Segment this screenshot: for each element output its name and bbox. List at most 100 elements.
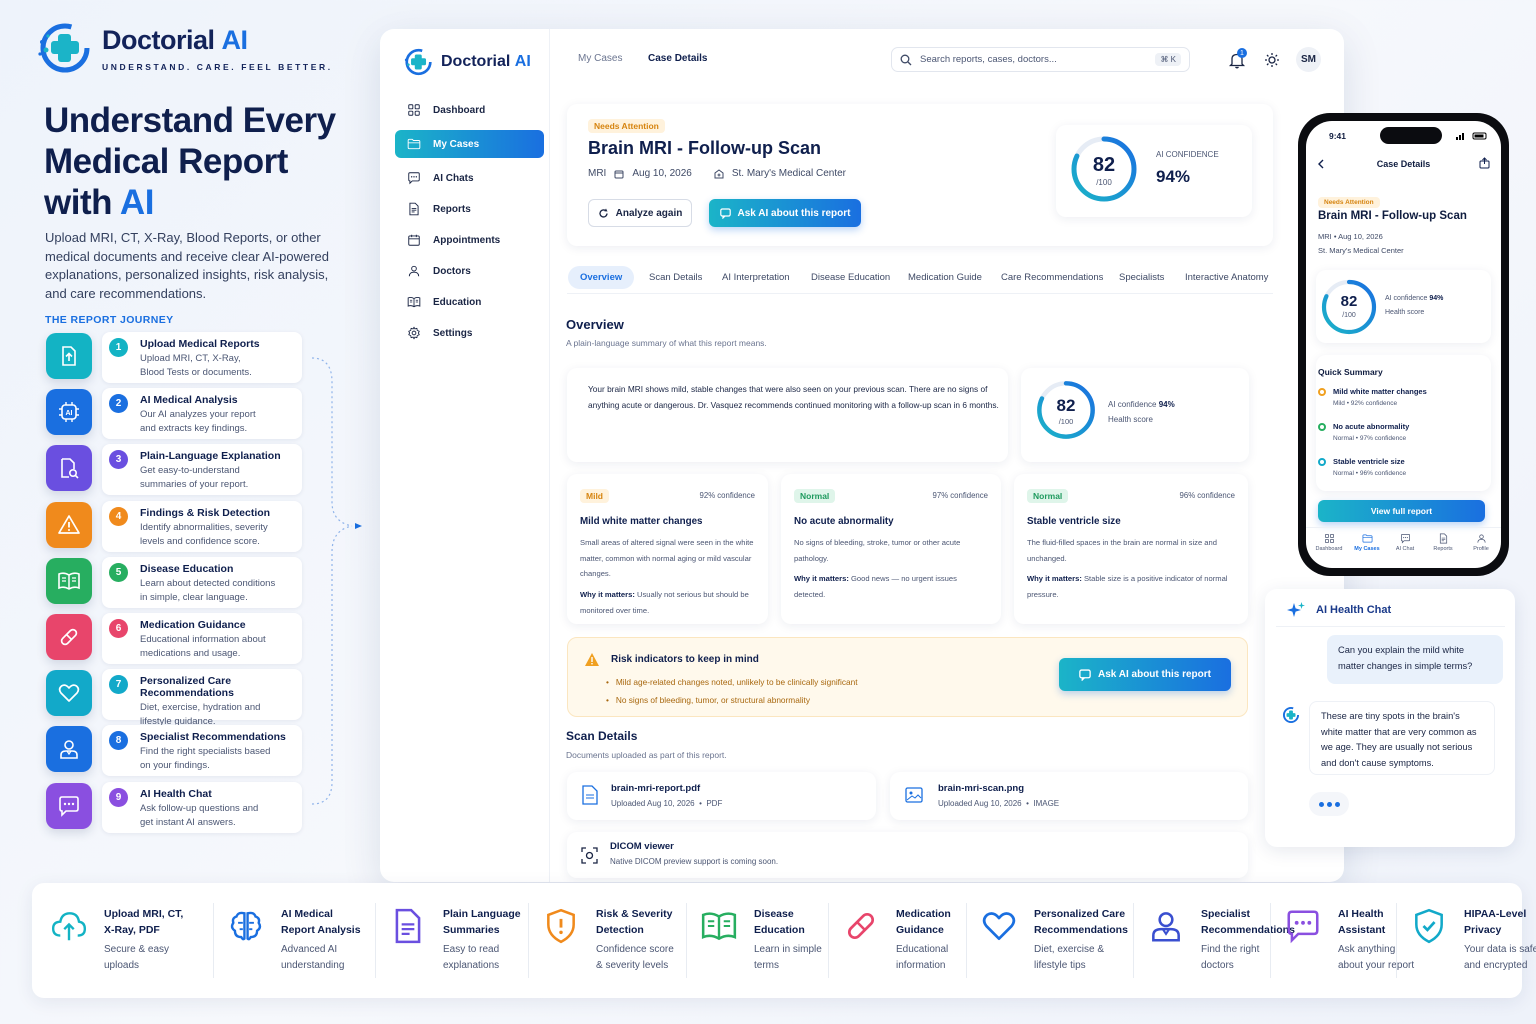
step-number: 9 <box>109 787 128 807</box>
phone-tab-ai-chat[interactable]: AI Chat <box>1386 533 1424 552</box>
tab-disease-education[interactable]: Disease Education <box>811 272 890 283</box>
share-icon[interactable] <box>1479 157 1490 169</box>
risk-item: • No signs of bleeding, tumor, or struct… <box>606 695 810 705</box>
finding-why: Why it matters: Good news — no urgent is… <box>794 574 957 599</box>
quick-item-title: No acute abnormality <box>1333 422 1410 431</box>
tab-specialists[interactable]: Specialists <box>1119 272 1164 283</box>
quick-summary-title: Quick Summary <box>1318 367 1383 377</box>
phone-tab-dashboard[interactable]: Dashboard <box>1310 533 1348 552</box>
feature-text: Plain Language Summaries Easy to read expla… <box>443 906 521 973</box>
logo-cross-icon <box>36 20 92 76</box>
finding-card: Normal 97% confidence No acute abnormality… <box>781 474 1001 624</box>
doctor-icon <box>1147 907 1185 945</box>
feature-title: Medication Guidance <box>896 908 951 936</box>
feature-item: Medication Guidance Educational information <box>842 883 992 998</box>
folder-icon <box>1348 533 1386 544</box>
sidebar-item-reports[interactable]: Reports <box>395 195 544 223</box>
phone-score-card: 82 /100 AI confidence 94% Health score <box>1316 270 1491 343</box>
feature-item: Specialist Recommendations Find the right d… <box>1147 883 1297 998</box>
phone-tab-my-cases[interactable]: My Cases <box>1348 533 1386 552</box>
phone-score-max: /100 <box>1342 312 1356 319</box>
chat-icon <box>46 782 92 829</box>
quick-item-meta: Normal • 96% confidence <box>1333 470 1407 477</box>
logo-cross-icon <box>403 47 433 77</box>
feature-divider <box>828 903 829 978</box>
sidebar-item-settings[interactable]: Settings <box>395 319 544 347</box>
finding-badge: Normal <box>794 489 836 503</box>
phone-tab-profile[interactable]: Profile <box>1462 533 1500 552</box>
dicom-title: DICOM viewer <box>610 841 674 852</box>
finding-confidence: 96% confidence <box>1179 491 1235 500</box>
risk-ask-ai-button[interactable]: Ask AI about this report <box>1059 658 1231 691</box>
confidence-label: AI CONFIDENCE <box>1156 150 1219 159</box>
phone-tab-reports[interactable]: Reports <box>1424 533 1462 552</box>
tab-ai-interpretation[interactable]: AI Interpretation <box>722 272 790 283</box>
grid-icon <box>407 103 421 117</box>
phone-tab-label: AI Chat <box>1395 546 1415 552</box>
breadcrumb-current: Case Details <box>648 53 708 64</box>
search-input[interactable]: Search reports, cases, doctors... <box>920 54 1057 65</box>
grid-icon <box>1310 533 1348 544</box>
step-number: 4 <box>109 506 128 526</box>
search-bar[interactable]: Search reports, cases, doctors... ⌘ K <box>891 47 1190 72</box>
file-card[interactable]: brain-mri-scan.png Uploaded Aug 10, 2026… <box>890 772 1248 820</box>
sidebar-item-ai-chats[interactable]: AI Chats <box>395 164 544 192</box>
heart-icon <box>980 907 1018 945</box>
document-icon <box>389 907 427 945</box>
ai-message: These are tiny spots in the brain's whit… <box>1309 701 1495 775</box>
quick-item-title: Stable ventricle size <box>1333 457 1405 466</box>
view-full-report-button[interactable]: View full report <box>1318 500 1485 522</box>
dicom-card: DICOM viewer Native DICOM preview suppor… <box>567 832 1248 878</box>
breadcrumb-parent[interactable]: My Cases <box>578 53 622 64</box>
sidebar-item-my-cases[interactable]: My Cases <box>395 130 544 158</box>
step-title: Plain-Language Explanation <box>140 450 281 463</box>
calendar-icon <box>614 169 624 179</box>
sidebar-item-dashboard[interactable]: Dashboard <box>395 96 544 124</box>
overview-score-value: 82 <box>1056 396 1076 415</box>
brain-icon <box>227 907 265 945</box>
chat-bot-icon <box>1284 907 1322 945</box>
sidebar-logo[interactable]: Doctorial AI <box>403 47 531 77</box>
tab-interactive-anatomy[interactable]: Interactive Anatomy <box>1185 272 1268 283</box>
sidebar-item-doctors[interactable]: Doctors <box>395 257 544 285</box>
step-description: Learn about detected conditions in simple… <box>140 577 276 603</box>
ask-ai-button[interactable]: Ask AI about this report <box>709 199 861 227</box>
quick-item-meta: Mild • 92% confidence <box>1333 400 1398 407</box>
tab-medication-guide[interactable]: Medication Guide <box>908 272 982 283</box>
tab-care-recommendations[interactable]: Care Recommendations <box>1001 272 1103 283</box>
feature-divider <box>1133 903 1134 978</box>
tab-scan-details[interactable]: Scan Details <box>649 272 702 283</box>
file-name: brain-mri-scan.png <box>938 783 1025 794</box>
step-title: Findings & Risk Detection <box>140 506 271 519</box>
finding-title: No acute abnormality <box>794 516 894 527</box>
feature-title: Specialist Recommendations <box>1201 908 1295 936</box>
notification-bell-icon[interactable]: 1 <box>1228 48 1247 69</box>
status-dot-icon <box>1318 388 1326 396</box>
notification-count: 1 <box>1237 48 1247 58</box>
overview-subtitle: A plain-language summary of what this re… <box>566 338 767 348</box>
feature-description: Confidence score & severity levels <box>596 944 674 971</box>
sidebar-item-education[interactable]: Education <box>395 288 544 316</box>
tab-overview[interactable]: Overview <box>568 266 635 289</box>
app-window: Doctorial AI Dashboard My Cases AI Chats Re… <box>380 29 1344 882</box>
feature-item: Plain Language Summaries Easy to read expla… <box>389 883 539 998</box>
sidebar-item-appointments[interactable]: Appointments <box>395 226 544 254</box>
avatar[interactable]: SM <box>1296 47 1321 72</box>
phone-tab-label: Profile <box>1473 546 1489 552</box>
analyze-again-button[interactable]: Analyze again <box>588 199 692 227</box>
phone-screen: 9:41 Case Details Needs Attention Brain … <box>1306 121 1501 568</box>
hero-tagline: UNDERSTAND. CARE. FEEL BETTER. <box>102 61 333 72</box>
finding-confidence: 92% confidence <box>699 491 755 500</box>
file-card[interactable]: brain-mri-report.pdf Uploaded Aug 10, 20… <box>567 772 876 820</box>
theme-sun-icon[interactable] <box>1264 52 1280 68</box>
phone-tab-label: My Cases <box>1354 546 1380 552</box>
feature-divider <box>375 903 376 978</box>
scan-viewer-icon <box>581 847 598 864</box>
journey-step: 8 Specialist Recommendations Find the righ… <box>102 725 302 777</box>
book-icon <box>407 295 421 309</box>
overview-health-label: Health score <box>1108 415 1153 424</box>
feature-item: Personalized Care Recommendations Diet, ex… <box>980 883 1130 998</box>
case-meta: MRI Aug 10, 2026 St. Mary's Medical Cent… <box>588 168 846 179</box>
step-title: Specialist Recommendations <box>140 731 286 744</box>
feature-description: Secure & easy uploads <box>104 944 170 971</box>
